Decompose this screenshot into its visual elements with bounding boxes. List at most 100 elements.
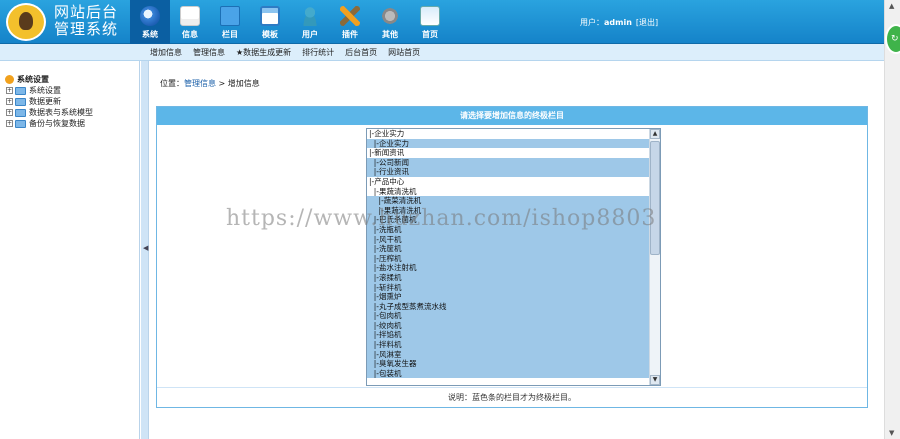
listbox-option[interactable]: |-企业实力 — [367, 138, 650, 149]
listbox-option[interactable]: |-斩拌机 — [367, 282, 650, 293]
user-icon — [300, 6, 320, 26]
logout-link[interactable]: [退出] — [636, 18, 658, 27]
user-info: 用户：admin [退出] — [580, 17, 658, 28]
listbox-option[interactable]: |-企业实力 — [367, 129, 650, 139]
top-header: 网站后台 管理系统 系统 信息 栏目 模板 用户 插件 其他 首页 用户：adm… — [0, 0, 884, 44]
folder-icon — [15, 108, 26, 117]
nav-label: 首页 — [422, 30, 438, 39]
tree-node-label: 系统设置 — [29, 86, 61, 95]
page-scroll-up-icon[interactable]: ▲ — [889, 2, 894, 10]
listbox-option[interactable]: |-包装机 — [367, 368, 650, 379]
brand-title: 网站后台 管理系统 — [54, 4, 118, 38]
tree-node-data-update[interactable]: + 数据更新 — [5, 96, 139, 107]
tree-node-label: 数据更新 — [29, 97, 61, 106]
listbox-option[interactable]: |-行业资讯 — [367, 167, 650, 177]
expand-plus-icon[interactable]: + — [6, 120, 13, 127]
listbox-option[interactable]: |-拌馅机 — [367, 330, 650, 341]
scroll-thumb[interactable] — [650, 141, 660, 255]
breadcrumb-prefix: 位置： — [160, 79, 184, 88]
brand-line-2: 管理系统 — [54, 20, 119, 38]
scroll-down-icon[interactable]: ▼ — [650, 375, 660, 385]
floating-widget-icon[interactable]: ↻ — [885, 24, 900, 54]
select-column-panel: 请选择要增加信息的终极栏目 |-企业实力 |-企业实力 |-新闻资讯 |-公司新闻… — [156, 106, 868, 408]
page-scroll-down-icon[interactable]: ▼ — [889, 429, 894, 437]
nav-system[interactable]: 系统 — [130, 0, 170, 44]
breadcrumb-sep: > — [216, 79, 228, 88]
nav-column[interactable]: 栏目 — [210, 0, 250, 44]
sidebar-collapse-strip[interactable]: ◀ — [141, 61, 149, 439]
nav-label: 用户 — [302, 30, 318, 39]
listbox-option[interactable]: |-果蔬清洗机 — [367, 186, 650, 197]
listbox-option[interactable]: |-风干机 — [367, 234, 650, 245]
username: admin — [604, 18, 632, 27]
subnav-ranking[interactable]: 排行统计 — [302, 47, 334, 58]
listbox-option[interactable]: |-压榨机 — [367, 253, 650, 264]
nav-user[interactable]: 用户 — [290, 0, 330, 44]
listbox-option[interactable]: |-烟熏炉 — [367, 292, 650, 302]
scroll-up-icon[interactable]: ▲ — [650, 129, 660, 139]
watermark-text: https://www.huzhan.com/ishop8803 — [226, 206, 657, 231]
listbox-option[interactable]: |-臭氧发生器 — [367, 359, 650, 369]
listbox-option[interactable]: |-新闻资讯 — [367, 148, 650, 158]
panel-title: 请选择要增加信息的终极栏目 — [157, 107, 867, 125]
listbox-option[interactable]: |-洗筐机 — [367, 244, 650, 254]
listbox-option[interactable]: |-产品中心 — [367, 176, 650, 187]
settings-root-icon — [5, 75, 14, 84]
subnav-manage-info[interactable]: 管理信息 — [193, 47, 225, 58]
listbox-option[interactable]: |-包肉机 — [367, 311, 650, 321]
edit-info-icon — [180, 6, 200, 26]
nav-label: 其他 — [382, 30, 398, 39]
tree-node-table-model[interactable]: + 数据表与系统模型 — [5, 107, 139, 118]
subnav-generate-update[interactable]: ★数据生成更新 — [236, 47, 291, 58]
folder-icon — [15, 86, 26, 95]
panel-footer-note: 说明：蓝色条的栏目才为终极栏目。 — [157, 387, 867, 407]
collapse-left-arrow-icon[interactable]: ◀ — [143, 244, 148, 252]
nav-plugin[interactable]: 插件 — [330, 0, 370, 44]
column-listbox[interactable]: |-企业实力 |-企业实力 |-新闻资讯 |-公司新闻 |-行业资讯 |-产品中心 … — [366, 128, 661, 386]
folder-icon — [15, 119, 26, 128]
plugin-tools-icon — [340, 6, 360, 26]
expand-plus-icon[interactable]: + — [6, 87, 13, 94]
breadcrumb-current: 增加信息 — [227, 79, 260, 88]
page-scrollbar[interactable]: ▲ ▼ — [884, 0, 900, 439]
breadcrumb-link-manage[interactable]: 管理信息 — [184, 79, 216, 88]
listbox-option[interactable]: |-丸子成型蒸煮流水线 — [367, 301, 650, 312]
folder-column-icon — [220, 6, 240, 26]
nav-label: 模板 — [262, 30, 278, 39]
nav-info[interactable]: 信息 — [170, 0, 210, 44]
nav-label: 栏目 — [222, 30, 238, 39]
subnav-admin-home[interactable]: 后台首页 — [345, 47, 377, 58]
folder-icon — [15, 97, 26, 106]
tree-node-system-settings[interactable]: + 系统设置 — [5, 85, 139, 96]
template-window-icon — [260, 6, 280, 26]
nav-other[interactable]: 其他 — [370, 0, 410, 44]
home-page-icon — [420, 6, 440, 26]
tree-root: 系统设置 — [5, 74, 139, 85]
subnav-add-info[interactable]: 增加信息 — [150, 47, 182, 58]
listbox-scrollbar[interactable]: ▲ ▼ — [649, 129, 660, 385]
listbox-option[interactable]: |-蔬菜清洗机 — [367, 196, 650, 206]
nav-home[interactable]: 首页 — [410, 0, 450, 44]
sidebar-tree: 系统设置 + 系统设置 + 数据更新 + 数据表与系统模型 + 备份与恢复数据 — [0, 61, 140, 439]
listbox-option[interactable]: |-绞肉机 — [367, 320, 650, 331]
breadcrumb: 位置：管理信息 > 增加信息 — [160, 78, 260, 89]
listbox-option[interactable]: |-风淋室 — [367, 349, 650, 360]
nav-template[interactable]: 模板 — [250, 0, 290, 44]
listbox-option[interactable]: |-滚揉机 — [367, 272, 650, 283]
listbox-option[interactable]: |-拌料机 — [367, 340, 650, 350]
main-nav: 系统 信息 栏目 模板 用户 插件 其他 首页 — [130, 0, 450, 44]
user-prefix: 用户： — [580, 18, 604, 27]
tree-node-label: 数据表与系统模型 — [29, 108, 93, 117]
expand-plus-icon[interactable]: + — [6, 98, 13, 105]
listbox-option[interactable]: |-盐水注射机 — [367, 263, 650, 273]
nav-label: 插件 — [342, 30, 358, 39]
nav-label: 系统 — [142, 30, 158, 39]
admin-logo-icon — [6, 3, 46, 41]
system-globe-icon — [140, 6, 160, 26]
subnav-site-home[interactable]: 网站首页 — [388, 47, 420, 58]
expand-plus-icon[interactable]: + — [6, 109, 13, 116]
tree-root-label: 系统设置 — [17, 75, 49, 84]
listbox-option[interactable]: |-公司新闻 — [367, 157, 650, 168]
tree-node-backup-restore[interactable]: + 备份与恢复数据 — [5, 118, 139, 129]
nav-label: 信息 — [182, 30, 198, 39]
